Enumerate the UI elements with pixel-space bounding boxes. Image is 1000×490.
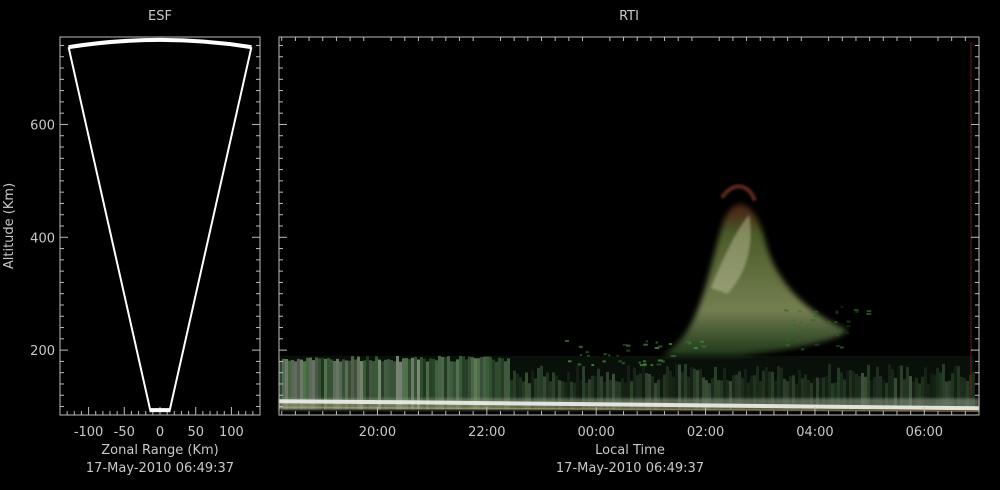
esf-minor-ticks [60, 44, 260, 415]
figure: ESF 200 400 600 -100 -50 0 50 100 Altitude (Km)… [2, 9, 980, 476]
rti-echo-dot [797, 310, 802, 313]
rti-echo-dot [577, 363, 582, 366]
rti-echo-dot [564, 340, 569, 343]
esf-x-tick-label: 0 [156, 425, 164, 440]
esf-x-tick-label: -50 [114, 425, 135, 440]
rti-echo-dot [836, 345, 840, 348]
esf-beam-far-edge [68, 37, 252, 50]
esf-x-tick-label: -100 [74, 425, 104, 440]
rti-echo-dot [645, 340, 648, 343]
rti-echo-dot [638, 361, 641, 364]
rti-echo-dot [643, 343, 648, 346]
rti-echo-dot [811, 319, 816, 322]
esf-x-axis-label: Zonal Range (Km) [101, 443, 218, 458]
esf-y-tick-label: 400 [30, 231, 55, 246]
rti-panel: RTI 20:00 22:00 00:00 02:00 04:00 06:00 Local… [278, 9, 980, 476]
rti-echo-dot [834, 321, 838, 324]
rti-echo-dot [639, 364, 643, 367]
rti-echo-dot [626, 349, 631, 352]
rti-echo-dot [661, 360, 665, 363]
rti-x-tick-label: 06:00 [906, 425, 943, 440]
rti-x-tick-label: 20:00 [359, 425, 396, 440]
rti-echo-dot [840, 305, 844, 308]
rti-echo-dot [701, 345, 707, 348]
rti-echo-dot [855, 310, 859, 313]
rti-echo-dot [621, 362, 625, 365]
rti-echo-dot [685, 340, 691, 343]
rti-echo-dot [668, 343, 673, 346]
rti-echo-dot [642, 364, 647, 367]
rti-echo-dot [814, 343, 820, 346]
rti-heatmap-image [278, 37, 980, 415]
rti-echo-dot [835, 310, 838, 313]
rti-echo-dot [786, 338, 791, 341]
rti-echo-dot [603, 353, 607, 356]
rti-echo-dot [866, 310, 872, 313]
rti-echo-dot [602, 360, 606, 363]
esf-y-axis-label: Altitude (Km) [2, 183, 17, 269]
esf-x-tick-label: 50 [187, 425, 204, 440]
esf-timestamp: 17-May-2010 06:49:37 [86, 461, 234, 476]
rti-echo-dot [580, 353, 583, 356]
rti-echo-dot [811, 311, 814, 314]
rti-echo-dot [826, 321, 831, 324]
rti-echo-dot [846, 325, 851, 328]
rti-title: RTI [619, 9, 639, 24]
rti-echo-dot [853, 308, 859, 311]
rti-timestamp: 17-May-2010 06:49:37 [556, 461, 704, 476]
rti-echo-dot [618, 360, 622, 363]
rti-echo-dot [800, 321, 803, 324]
rti-echo-dot [790, 319, 796, 322]
rti-echo-dot [846, 332, 849, 335]
rti-echo-dot [622, 343, 628, 346]
esf-beam-outline [67, 46, 253, 413]
rti-echo-dot [658, 345, 663, 348]
rti-echo-dot [650, 364, 654, 367]
rti-echo-dot [655, 341, 659, 344]
rti-echo-dot [840, 346, 844, 349]
esf-panel: ESF 200 400 600 -100 -50 0 50 100 Altitude (Km)… [2, 9, 261, 476]
esf-x-tick-label: 100 [219, 425, 244, 440]
esf-plot-frame [59, 36, 261, 416]
rti-echo-dot [699, 340, 705, 343]
rti-echo-dot [813, 315, 818, 318]
rti-echo-dot [567, 360, 572, 363]
rti-x-tick-label: 02:00 [687, 425, 724, 440]
esf-title: ESF [148, 9, 172, 24]
rti-x-tick-label: 04:00 [796, 425, 833, 440]
rti-echo-dot [642, 360, 647, 363]
rti-echo-dot [847, 320, 851, 323]
rti-echo-dot [836, 331, 841, 334]
rti-x-axis-label: Local Time [595, 443, 665, 458]
rti-echo-dot [801, 348, 805, 351]
rti-echo-dot [656, 363, 662, 366]
rti-echo-dot [793, 323, 796, 326]
rti-echo-dot [813, 328, 818, 331]
rti-echo-dot [790, 330, 796, 333]
rti-echo-dot [801, 329, 807, 332]
rti-echo-dot [578, 345, 583, 348]
rti-x-tick-label: 00:00 [577, 425, 614, 440]
rti-echo-dot [866, 313, 872, 316]
rti-echo-dot [797, 339, 800, 342]
rti-bright-trace [278, 398, 980, 413]
rti-echo-dot [813, 310, 818, 313]
rti-echo-dot [586, 354, 590, 357]
rti-echo-dot [785, 344, 791, 347]
rti-echo-dot [585, 351, 590, 354]
rti-echo-dot [591, 364, 595, 367]
rti-echo-dot [785, 309, 789, 312]
rti-echo-dot [608, 354, 611, 357]
esf-y-tick-label: 600 [30, 118, 55, 133]
rti-echo-dot [616, 354, 619, 357]
rti-echo-dot [672, 355, 677, 358]
rti-x-tick-label: 22:00 [468, 425, 505, 440]
rti-echo-dot [835, 334, 840, 337]
esf-y-tick-label: 200 [30, 344, 55, 359]
rti-echo-dot [693, 347, 699, 350]
